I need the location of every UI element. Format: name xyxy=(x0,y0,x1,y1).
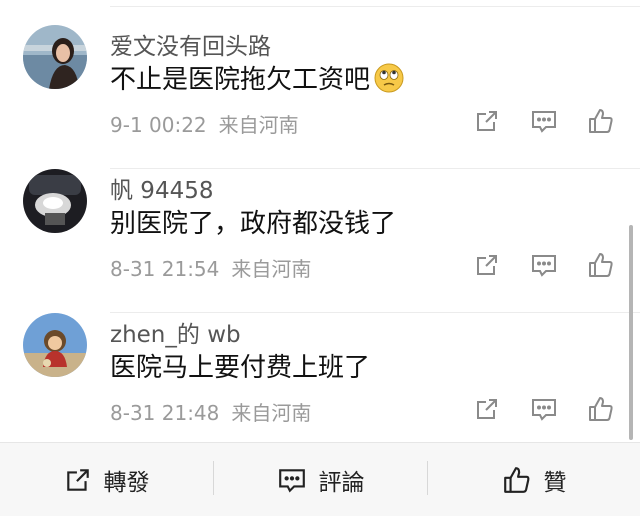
comment-item: 帆 94458 别医院了，政府都没钱了 8-31 21:54 来自河南 xyxy=(0,169,640,313)
comment-meta: 9-1 00:22 来自河南 xyxy=(110,109,299,138)
share-button[interactable] xyxy=(472,250,502,280)
share-icon xyxy=(477,399,497,419)
comment-meta: 8-31 21:48 来自河南 xyxy=(110,397,311,426)
timestamp: 9-1 00:22 xyxy=(110,113,207,137)
comment-body: 不止是医院拖欠工资吧 xyxy=(110,65,371,95)
comment-item: zhen_的 wb 医院马上要付费上班了 8-31 21:48 来自河南 xyxy=(0,313,640,457)
comment-icon xyxy=(278,468,305,493)
comment-button[interactable] xyxy=(529,106,559,136)
comment-text: 医院马上要付费上班了 xyxy=(110,347,370,384)
share-button[interactable] xyxy=(472,394,502,424)
comment-icon xyxy=(532,111,556,133)
scrollbar[interactable] xyxy=(629,225,633,440)
comment-button[interactable] xyxy=(529,250,559,280)
top-divider xyxy=(110,6,640,7)
comment-icon xyxy=(532,399,556,421)
share-button[interactable] xyxy=(472,106,502,136)
comment-item: 爱文没有回头路 不止是医院拖欠工资吧 9-1 00:22 来自河南 xyxy=(0,25,640,169)
comment-label: 評論 xyxy=(318,469,365,496)
username[interactable]: 爱文没有回头路 xyxy=(110,27,271,61)
avatar[interactable] xyxy=(23,313,87,377)
like-button[interactable] xyxy=(586,250,616,280)
comment-text: 不止是医院拖欠工资吧 xyxy=(110,59,404,96)
username[interactable]: zhen_的 wb xyxy=(110,315,241,349)
avatar[interactable] xyxy=(23,25,87,89)
like-button[interactable] xyxy=(586,106,616,136)
like-toolbar-button[interactable]: 贊 xyxy=(428,443,640,516)
repost-button[interactable]: 轉發 xyxy=(0,443,213,516)
comment-body: 别医院了，政府都没钱了 xyxy=(110,209,397,239)
share-icon xyxy=(477,255,497,275)
location: 来自河南 xyxy=(231,401,312,425)
comment-meta: 8-31 21:54 来自河南 xyxy=(110,253,311,282)
thumbs-up-icon xyxy=(589,397,613,421)
thumbs-up-icon xyxy=(589,109,613,133)
location: 来自河南 xyxy=(218,113,299,137)
repost-label: 轉發 xyxy=(103,469,150,496)
username[interactable]: 帆 94458 xyxy=(110,171,213,205)
like-label: 贊 xyxy=(543,469,567,496)
share-icon xyxy=(66,468,89,491)
share-icon xyxy=(477,111,497,131)
comment-icon xyxy=(532,255,556,277)
rolling-eyes-emoji-icon xyxy=(374,63,404,93)
timestamp: 8-31 21:54 xyxy=(110,257,220,281)
comment-toolbar-button[interactable]: 評論 xyxy=(214,443,427,516)
avatar[interactable] xyxy=(23,169,87,233)
thumbs-up-icon xyxy=(503,466,529,493)
location: 来自河南 xyxy=(231,257,312,281)
timestamp: 8-31 21:48 xyxy=(110,401,220,425)
bottom-toolbar: 轉發 評論 贊 xyxy=(0,442,640,516)
comment-text: 别医院了，政府都没钱了 xyxy=(110,203,396,240)
comment-button[interactable] xyxy=(529,394,559,424)
like-button[interactable] xyxy=(586,394,616,424)
thumbs-up-icon xyxy=(589,253,613,277)
comment-body: 医院马上要付费上班了 xyxy=(110,353,371,383)
